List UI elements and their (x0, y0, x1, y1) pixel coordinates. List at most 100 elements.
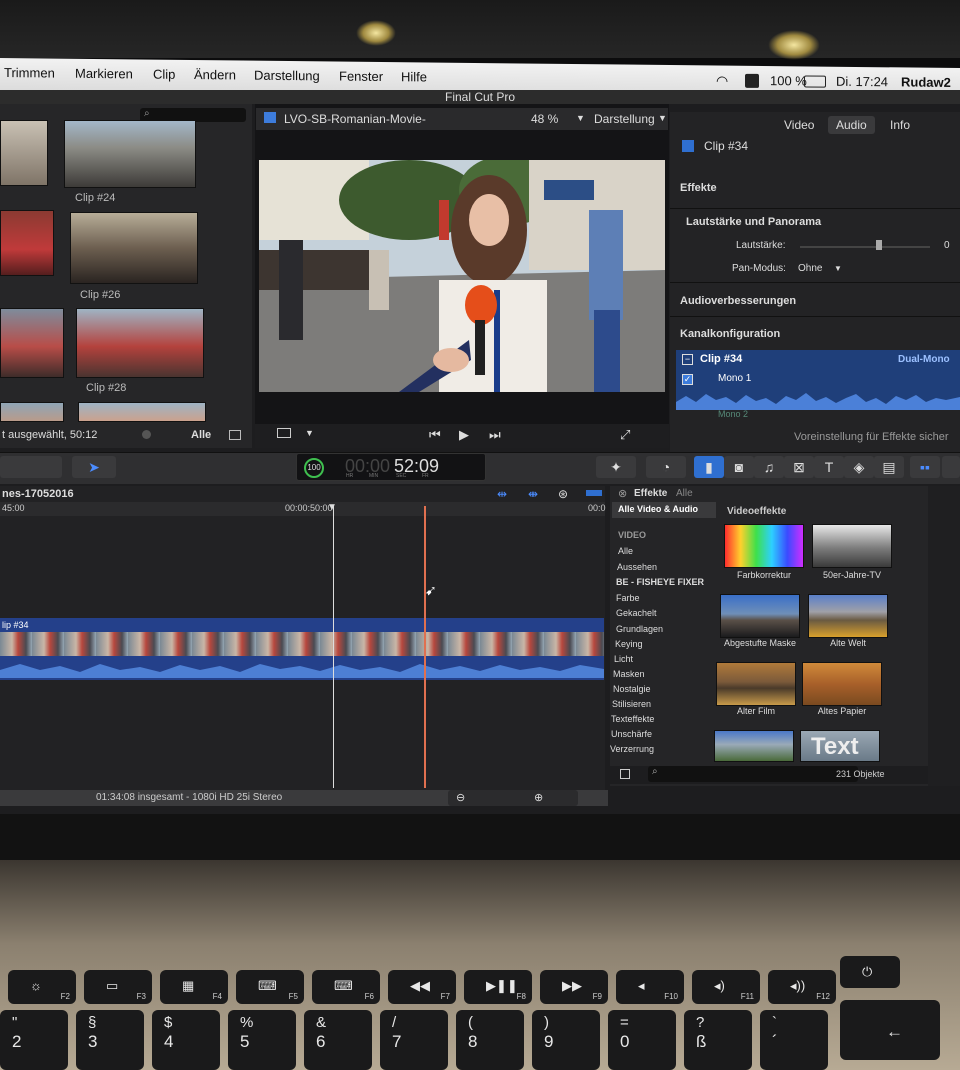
clip-thumbnail[interactable] (0, 308, 64, 378)
function-key[interactable]: ◀◀ F7 (388, 970, 456, 1004)
effects-category[interactable]: Gekachelt (616, 608, 657, 618)
app-status-icon[interactable] (745, 73, 759, 88)
zoom-level[interactable]: 48 % (531, 112, 558, 126)
clip-thumbnail[interactable] (78, 402, 206, 422)
channel-track[interactable]: Mono 1 (718, 373, 751, 384)
clip-thumbnail[interactable] (76, 308, 204, 378)
clip-thumbnail[interactable] (0, 210, 54, 276)
effects-category[interactable]: Texteffekte (611, 714, 654, 724)
clip-size-slider[interactable] (142, 430, 151, 439)
inspector-toggle-icon[interactable] (942, 456, 960, 478)
solo-icon[interactable]: ⊛ (558, 487, 568, 501)
chevron-down-icon[interactable]: ▼ (576, 113, 585, 123)
menu-trimmen[interactable]: Trimmen (4, 65, 55, 81)
function-key[interactable]: ⌨ F6 (312, 970, 380, 1004)
number-key[interactable]: (8 (456, 1010, 524, 1070)
number-key[interactable]: ) 9 (532, 1010, 600, 1070)
menu-clock[interactable]: Di. 17:24 (836, 74, 888, 90)
save-effects-preset[interactable]: Voreinstellung für Effekte sicher (794, 431, 949, 443)
effect-thumbnail[interactable] (716, 662, 796, 706)
function-key[interactable]: ▭ F3 (84, 970, 152, 1004)
volume-slider[interactable] (800, 246, 930, 248)
effects-category[interactable]: Licht (614, 654, 633, 664)
play-icon[interactable]: ▶ (459, 427, 469, 443)
effects-category[interactable]: Unschärfe (611, 729, 652, 739)
function-key[interactable]: ▦ F4 (160, 970, 228, 1004)
tab-audio[interactable]: Audio (828, 116, 875, 134)
effects-category[interactable]: Nostalgie (613, 684, 651, 694)
function-key[interactable]: ☼ F2 (8, 970, 76, 1004)
function-key[interactable]: ◂)) F12 (768, 970, 836, 1004)
next-icon[interactable]: ⏭ (489, 427, 501, 443)
number-key[interactable]: = 0 (608, 1010, 676, 1070)
titles-icon[interactable]: T (814, 456, 844, 478)
tab-video[interactable]: Video (784, 118, 814, 132)
menu-aendern[interactable]: Ändern (194, 67, 236, 82)
effects-category[interactable]: Farbe (616, 593, 640, 603)
effects-category[interactable]: Stilisieren (612, 699, 651, 709)
chevron-down-icon[interactable]: ▼ (834, 264, 842, 273)
effect-thumbnail[interactable] (802, 662, 882, 706)
tool-button[interactable] (0, 456, 62, 478)
chevron-down-icon[interactable]: ▼ (658, 113, 667, 123)
clip-thumbnail[interactable] (64, 120, 196, 188)
skimming-icon[interactable]: ⇼ (528, 487, 538, 501)
generators-icon[interactable]: ◈ (844, 456, 874, 478)
zoom-slider[interactable] (448, 790, 578, 806)
list-view-icon[interactable] (229, 430, 241, 440)
snapping-icon[interactable]: ⇹ (497, 487, 507, 501)
effect-thumbnail[interactable] (724, 524, 804, 568)
menu-markieren[interactable]: Markieren (75, 66, 133, 82)
select-tool-icon[interactable]: ➤ (72, 456, 116, 478)
checkbox-icon[interactable]: ✓ (682, 374, 693, 385)
clip-thumbnail[interactable] (70, 212, 198, 284)
filter-popup[interactable]: Alle (191, 429, 211, 441)
effects-browser-icon[interactable]: ▮ (694, 456, 724, 478)
close-icon[interactable]: ⊗ (618, 487, 627, 500)
menu-hilfe[interactable]: Hilfe (401, 69, 427, 84)
themes-icon[interactable]: ▤ (874, 456, 904, 478)
pan-value[interactable]: Ohne (798, 263, 822, 274)
zoom-icon[interactable] (586, 490, 602, 496)
audio-meters-icon[interactable]: ▪▪ (910, 456, 940, 478)
function-key[interactable]: ◂) F11 (692, 970, 760, 1004)
skimmer[interactable] (424, 506, 426, 788)
chevron-down-icon[interactable]: ▼ (305, 428, 314, 438)
magic-wand-icon[interactable]: ✦ (596, 456, 636, 478)
effect-thumbnail[interactable]: Text (800, 730, 880, 762)
audio-enhancements-section[interactable]: Audioverbesserungen (680, 295, 796, 307)
playhead-marker-icon[interactable]: ▼ (327, 502, 337, 513)
channel-config-section[interactable]: Kanalkonfiguration (680, 328, 780, 340)
effects-category[interactable]: Grundlagen (616, 624, 663, 634)
view-menu[interactable]: Darstellung (594, 112, 655, 126)
playhead[interactable] (333, 506, 334, 788)
function-key[interactable]: ◂ F10 (616, 970, 684, 1004)
transform-icon[interactable] (277, 428, 291, 438)
function-key[interactable]: ⌨ F5 (236, 970, 304, 1004)
timeline-clip[interactable]: lip #34 (0, 618, 604, 680)
effects-category-selected[interactable]: Alle Video & Audio (612, 502, 716, 518)
effects-category[interactable]: Aussehen (617, 562, 657, 572)
function-key[interactable]: ▶❚❚ F8 (464, 970, 532, 1004)
tab-info[interactable]: Info (890, 118, 910, 132)
user-name[interactable]: Rudaw2 (901, 74, 951, 90)
power-key[interactable]: ⏻ (840, 956, 900, 988)
function-key[interactable]: ▶▶ F9 (540, 970, 608, 1004)
number-key[interactable]: ` ´ (760, 1010, 828, 1070)
retime-icon[interactable]: ◔ (646, 456, 686, 478)
time-ruler[interactable]: 45:00 00:00:50:00 00:0 (0, 502, 606, 516)
effect-thumbnail[interactable] (720, 594, 800, 638)
volume-value[interactable]: 0 (944, 240, 950, 251)
effects-category[interactable]: Alle (618, 546, 633, 556)
effect-thumbnail[interactable] (808, 594, 888, 638)
battery-icon[interactable] (804, 75, 826, 88)
camera-icon[interactable]: ◙ (724, 456, 754, 478)
clip-thumbnail[interactable] (0, 120, 48, 186)
effect-thumbnail[interactable] (714, 730, 794, 762)
number-key[interactable]: $4 (152, 1010, 220, 1070)
effects-category[interactable]: Verzerrung (610, 744, 654, 754)
number-key[interactable]: & 6 (304, 1010, 372, 1070)
volume-slider-knob[interactable] (876, 240, 882, 250)
number-key[interactable]: /7 (380, 1010, 448, 1070)
progress-percent[interactable]: 100 (304, 458, 324, 478)
